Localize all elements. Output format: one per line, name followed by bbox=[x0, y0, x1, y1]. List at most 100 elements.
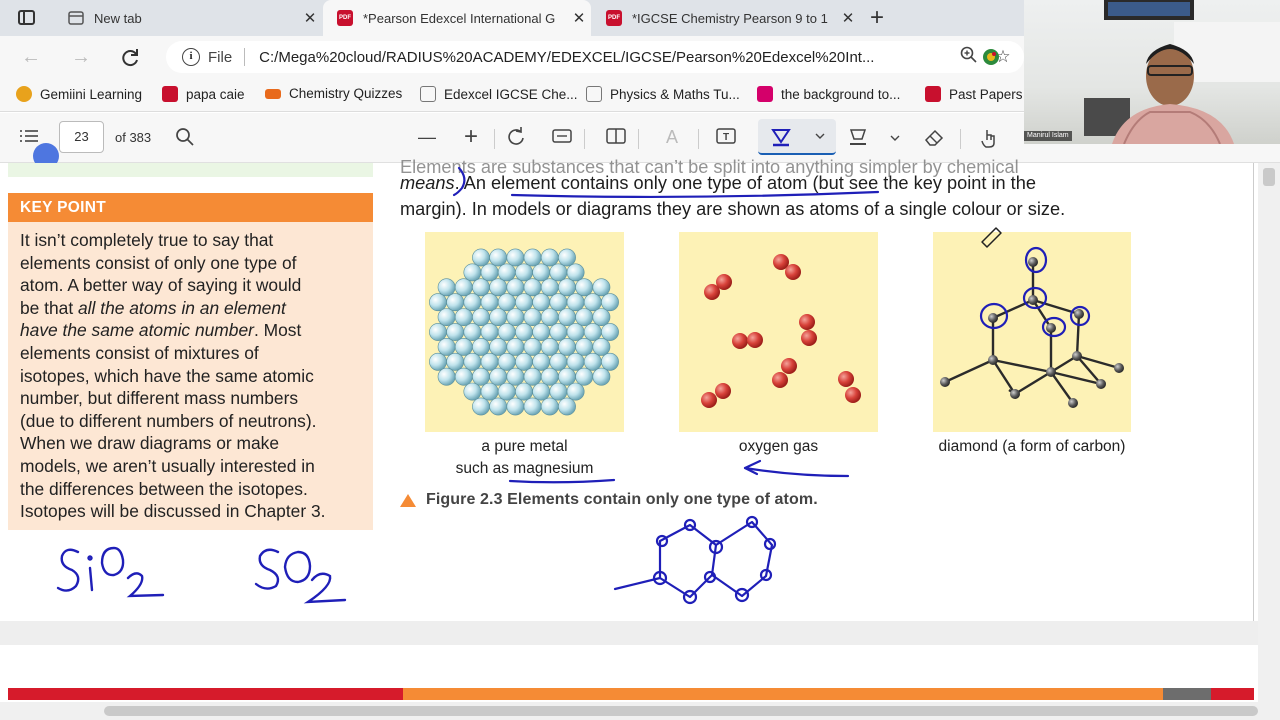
metal-atom bbox=[472, 308, 490, 327]
tab-pearson-pdf[interactable]: PDF *Pearson Edexcel International G ✕ bbox=[323, 0, 591, 36]
tab-new-tab[interactable]: New tab ✕ bbox=[54, 0, 322, 36]
presenter-video bbox=[1084, 0, 1280, 144]
metal-atom bbox=[497, 382, 516, 401]
bookmark-papa-caie[interactable]: papa caie bbox=[162, 86, 245, 102]
url-text[interactable]: C:/Mega%20cloud/RADIUS%20ACADEMY/EDEXCEL… bbox=[259, 49, 956, 66]
metal-atom bbox=[601, 323, 619, 341]
metal-atom bbox=[506, 308, 525, 327]
metal-atom bbox=[558, 338, 576, 356]
metal-atom bbox=[429, 323, 447, 341]
metal-atom bbox=[575, 367, 594, 386]
metal-atom bbox=[549, 352, 568, 371]
bookmark-past-papers[interactable]: Past Papers bbox=[925, 86, 1023, 102]
metal-atom bbox=[575, 308, 594, 327]
metal-atom bbox=[429, 293, 447, 312]
metal-atom bbox=[480, 323, 499, 341]
metal-atom bbox=[592, 367, 611, 386]
vertical-scrollbar[interactable] bbox=[1258, 163, 1280, 702]
tab-actions-icon[interactable] bbox=[18, 10, 35, 25]
metal-atom bbox=[480, 382, 499, 401]
metal-atom bbox=[549, 323, 568, 341]
metal-atom bbox=[472, 397, 490, 416]
metal-atom bbox=[566, 352, 585, 371]
forward-button[interactable]: → bbox=[68, 45, 94, 71]
close-icon[interactable]: ✕ bbox=[567, 9, 591, 27]
info-icon[interactable]: i bbox=[182, 48, 200, 66]
bookmark-icon bbox=[420, 86, 436, 102]
metal-atom bbox=[437, 367, 456, 386]
metal-atom bbox=[454, 338, 473, 356]
metal-atom bbox=[497, 323, 516, 341]
bookmark-chemistry-quizzes[interactable]: Chemistry Quizzes bbox=[265, 86, 402, 101]
metal-atom bbox=[515, 352, 533, 371]
close-icon[interactable]: ✕ bbox=[298, 9, 322, 27]
bookmark-gemiini[interactable]: Gemiini Learning bbox=[16, 86, 142, 102]
metal-atom bbox=[532, 323, 551, 341]
metal-atoms bbox=[429, 248, 619, 416]
metal-atom bbox=[583, 293, 602, 312]
metal-atom bbox=[489, 397, 508, 416]
metal-atom bbox=[489, 248, 508, 267]
metal-atom bbox=[506, 367, 525, 386]
refresh-button[interactable] bbox=[117, 45, 143, 71]
metal-atom bbox=[592, 308, 611, 327]
metal-atom bbox=[437, 338, 456, 356]
metal-atom bbox=[540, 338, 559, 356]
tab-title: *Pearson Edexcel International G bbox=[363, 10, 556, 26]
zoom-icon[interactable] bbox=[956, 46, 982, 69]
back-button[interactable]: ← bbox=[18, 45, 44, 71]
metal-atom bbox=[583, 323, 602, 341]
metal-atom bbox=[601, 293, 619, 312]
metal-atom bbox=[497, 293, 516, 312]
metal-atom bbox=[549, 263, 568, 282]
webcam-feed bbox=[1024, 0, 1280, 144]
webcam-name-label: Manirul Islam bbox=[1024, 131, 1072, 141]
metal-atom bbox=[592, 338, 611, 356]
tab-igcse-pdf[interactable]: PDF *IGCSE Chemistry Pearson 9 to 1 ✕ bbox=[592, 0, 860, 36]
horizontal-scrollbar[interactable] bbox=[0, 702, 1280, 720]
bookmark-icon bbox=[162, 86, 178, 102]
metal-atom bbox=[489, 278, 508, 297]
bookmark-icon bbox=[265, 88, 281, 99]
figure-panel-metal bbox=[425, 232, 624, 432]
metal-atom bbox=[601, 352, 619, 371]
metal-atom bbox=[532, 352, 551, 371]
metal-atom bbox=[480, 263, 499, 282]
key-point-heading: KEY POINT bbox=[8, 193, 373, 222]
figure-panel-oxygen bbox=[679, 232, 878, 432]
metal-atom bbox=[558, 278, 576, 297]
bookmark-edexcel-igcse[interactable]: Edexcel IGCSE Che... bbox=[420, 86, 578, 102]
caption-diamond: diamond (a form of carbon) bbox=[938, 438, 1126, 455]
metal-atom bbox=[489, 367, 508, 386]
address-bar[interactable]: i File C:/Mega%20cloud/RADIUS%20ACADEMY/… bbox=[166, 41, 1024, 73]
metal-atom bbox=[472, 338, 490, 356]
metal-atom bbox=[437, 278, 456, 297]
metal-atom bbox=[523, 338, 542, 356]
metal-atom bbox=[558, 248, 576, 267]
page-gap bbox=[0, 621, 1280, 645]
extension-icon[interactable] bbox=[980, 46, 1002, 68]
metal-atom bbox=[515, 293, 533, 312]
caption-oxygen: oxygen gas bbox=[738, 438, 819, 455]
bookmark-physics-maths[interactable]: Physics & Maths Tu... bbox=[586, 86, 740, 102]
scroll-thumb[interactable] bbox=[1263, 168, 1275, 186]
metal-atom bbox=[515, 323, 533, 341]
caption-metal: a pure metal such as magnesium bbox=[455, 438, 594, 477]
file-label: File bbox=[208, 48, 233, 66]
bookmark-background[interactable]: the background to... bbox=[757, 86, 900, 102]
metal-atom bbox=[566, 323, 585, 341]
close-icon[interactable]: ✕ bbox=[836, 9, 860, 27]
scroll-thumb[interactable] bbox=[104, 706, 1258, 716]
metal-atom bbox=[446, 323, 465, 341]
new-tab-button[interactable]: + bbox=[870, 4, 884, 32]
metal-atom bbox=[532, 382, 551, 401]
metal-atom bbox=[575, 338, 594, 356]
metal-atom bbox=[540, 397, 559, 416]
metal-atom bbox=[583, 352, 602, 371]
metal-atom bbox=[506, 338, 525, 356]
metal-atom bbox=[497, 263, 516, 282]
figure-caption: Figure 2.3 Elements contain only one typ… bbox=[400, 491, 818, 509]
metal-atom bbox=[472, 278, 490, 297]
metal-atom bbox=[523, 397, 542, 416]
metal-atom bbox=[497, 352, 516, 371]
